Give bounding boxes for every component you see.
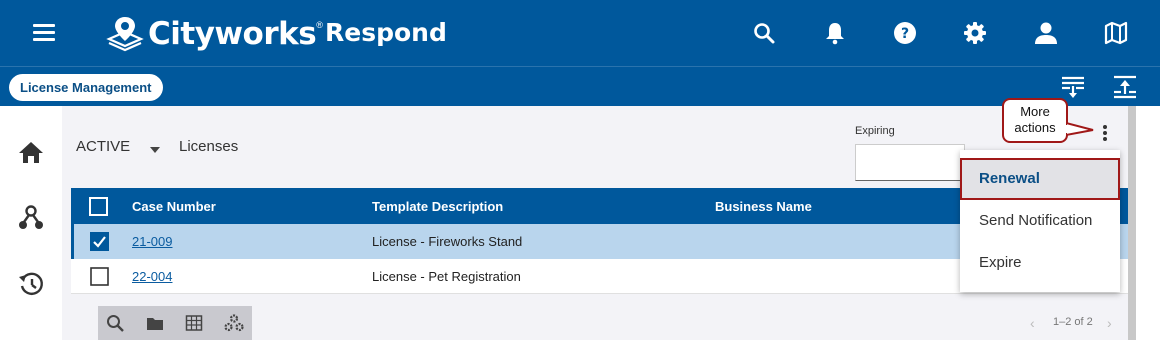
pager-text: 1–2 of 2: [1053, 316, 1093, 328]
sidebar: [0, 106, 62, 340]
chevron-right-icon[interactable]: ›: [1107, 315, 1112, 331]
column-header-case-number[interactable]: Case Number: [132, 199, 216, 214]
folder-icon[interactable]: [146, 314, 164, 332]
chevron-down-icon[interactable]: [150, 147, 160, 153]
filter-down-icon[interactable]: [1061, 75, 1085, 99]
row-checkbox[interactable]: [90, 267, 109, 286]
settings-group-icon[interactable]: [224, 314, 244, 332]
bell-icon[interactable]: [822, 20, 848, 46]
upload-icon[interactable]: [1113, 75, 1137, 99]
menu-item-renewal[interactable]: Renewal: [960, 158, 1120, 200]
view-title: Licenses: [179, 138, 239, 155]
menu-item-expire[interactable]: Expire: [960, 242, 1120, 284]
row-checkbox[interactable]: [90, 232, 109, 251]
module-selector-button[interactable]: License Management: [9, 74, 163, 101]
vertical-scrollbar[interactable]: [1128, 106, 1136, 340]
app-title: Respond: [325, 18, 447, 47]
svg-text:?: ?: [901, 26, 909, 42]
callout-pointer: [1066, 122, 1094, 136]
module-bar: License Management: [0, 66, 1160, 106]
search-icon[interactable]: [751, 20, 777, 46]
logo-mark-icon: [106, 17, 144, 52]
column-header-template-description[interactable]: Template Description: [372, 199, 503, 214]
status-dropdown[interactable]: ACTIVE: [76, 138, 130, 155]
right-gutter: [1136, 106, 1160, 340]
callout-line-1: More: [1020, 104, 1050, 119]
template-description-cell: License - Pet Registration: [372, 269, 521, 284]
more-actions-menu: Renewal Send Notification Expire: [960, 150, 1120, 292]
case-number-link[interactable]: 21-009: [132, 234, 172, 249]
select-all-checkbox[interactable]: [89, 197, 108, 216]
more-actions-button[interactable]: [1098, 125, 1112, 147]
map-icon[interactable]: [1103, 20, 1129, 46]
template-description-cell: License - Fireworks Stand: [372, 234, 523, 249]
app-header: Cityworks ® Respond ?: [0, 0, 1160, 66]
table-icon[interactable]: [185, 314, 203, 332]
more-actions-callout: More actions: [1002, 98, 1068, 143]
grid-toolbar: [98, 306, 252, 340]
brand-name: Cityworks: [148, 16, 317, 52]
trademark: ®: [316, 20, 323, 30]
column-header-business-name[interactable]: Business Name: [715, 199, 812, 214]
workflow-icon[interactable]: [18, 205, 44, 231]
search-icon[interactable]: [106, 314, 124, 332]
gear-icon[interactable]: [962, 20, 988, 46]
help-icon[interactable]: ?: [892, 20, 918, 46]
chevron-left-icon[interactable]: ‹: [1030, 315, 1035, 331]
menu-icon[interactable]: [33, 24, 55, 42]
user-icon[interactable]: [1033, 20, 1059, 46]
home-icon[interactable]: [18, 140, 44, 166]
case-number-link[interactable]: 22-004: [132, 269, 172, 284]
callout-line-2: actions: [1014, 120, 1056, 135]
cityworks-logo: Cityworks ®: [106, 12, 323, 56]
expiring-label: Expiring: [855, 125, 895, 137]
expiring-input[interactable]: [855, 144, 965, 181]
history-icon[interactable]: [18, 271, 44, 297]
menu-item-send-notification[interactable]: Send Notification: [960, 200, 1120, 242]
